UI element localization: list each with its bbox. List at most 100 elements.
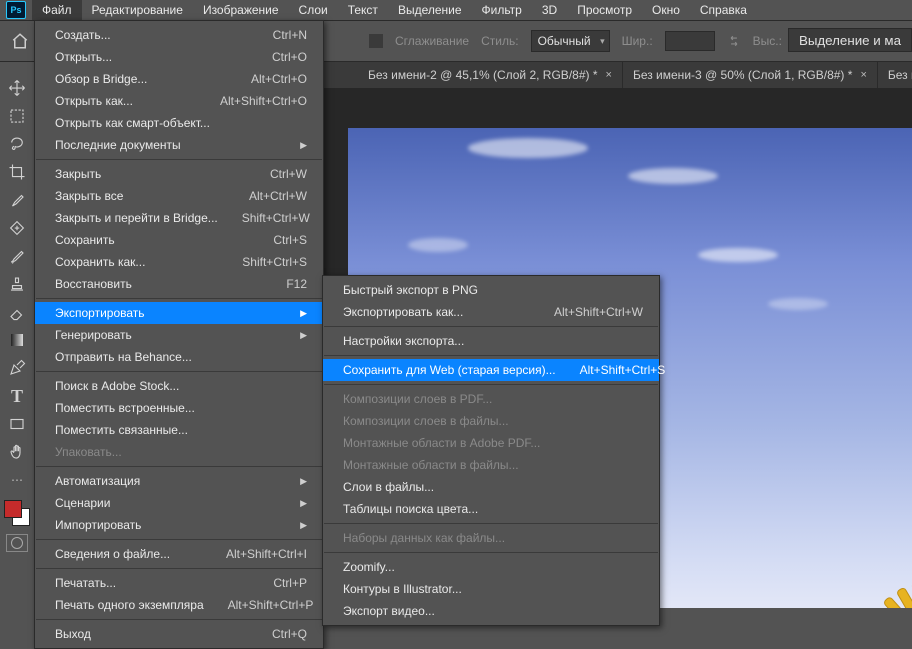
quick-mask-toggle[interactable] bbox=[6, 534, 28, 552]
menu-item[interactable]: Импортировать▶ bbox=[35, 514, 323, 536]
menu-item[interactable]: ЗакрытьCtrl+W bbox=[35, 163, 323, 185]
document-tab[interactable]: Без имени-3 @ 50% (Слой 1, RGB/8#) *× bbox=[623, 62, 878, 88]
menubar-item-просмотр[interactable]: Просмотр bbox=[567, 0, 642, 20]
menu-item[interactable]: Экспорт видео... bbox=[323, 600, 659, 622]
app-logo: Ps bbox=[0, 0, 32, 20]
menu-item[interactable]: Контуры в Illustrator... bbox=[323, 578, 659, 600]
menu-item[interactable]: Zoomify... bbox=[323, 556, 659, 578]
stamp-tool[interactable] bbox=[5, 272, 29, 296]
menubar-item-слои[interactable]: Слои bbox=[289, 0, 338, 20]
style-select[interactable]: Обычный bbox=[531, 30, 610, 52]
smoothing-checkbox[interactable] bbox=[369, 34, 383, 48]
gradient-tool[interactable] bbox=[5, 328, 29, 352]
rectangle-tool[interactable] bbox=[5, 412, 29, 436]
menu-item[interactable]: Сведения о файле...Alt+Shift+Ctrl+I bbox=[35, 543, 323, 565]
menu-separator bbox=[36, 159, 322, 160]
menu-separator bbox=[324, 523, 658, 524]
menubar-item-редактирование[interactable]: Редактирование bbox=[82, 0, 193, 20]
menu-item-label: Сохранить bbox=[55, 232, 115, 248]
marquee-tool[interactable] bbox=[5, 104, 29, 128]
menu-item-shortcut: Ctrl+N bbox=[273, 27, 307, 43]
menu-item[interactable]: Быстрый экспорт в PNG bbox=[323, 279, 659, 301]
color-swatches[interactable] bbox=[4, 500, 30, 526]
menu-separator bbox=[36, 466, 322, 467]
menu-item[interactable]: Закрыть все Alt+Ctrl+W bbox=[35, 185, 323, 207]
menu-item[interactable]: Автоматизация▶ bbox=[35, 470, 323, 492]
close-icon[interactable]: × bbox=[860, 69, 866, 81]
menu-item[interactable]: Сценарии▶ bbox=[35, 492, 323, 514]
menu-item-label: Создать... bbox=[55, 27, 111, 43]
menu-item-label: Печать одного экземпляра bbox=[55, 597, 204, 613]
menu-item[interactable]: Последние документы▶ bbox=[35, 134, 323, 156]
tool-more[interactable]: ⋯ bbox=[5, 468, 29, 492]
menu-item[interactable]: Создать... Ctrl+N bbox=[35, 24, 323, 46]
menu-item[interactable]: Генерировать▶ bbox=[35, 324, 323, 346]
menu-item-shortcut: Alt+Ctrl+W bbox=[249, 188, 307, 204]
menu-item-shortcut: Alt+Shift+Ctrl+S bbox=[580, 362, 666, 378]
menubar-item-текст[interactable]: Текст bbox=[338, 0, 388, 20]
menu-item[interactable]: Экспортировать как...Alt+Shift+Ctrl+W bbox=[323, 301, 659, 323]
menu-item[interactable]: Сохранить как...Shift+Ctrl+S bbox=[35, 251, 323, 273]
menubar-item-окно[interactable]: Окно bbox=[642, 0, 690, 20]
menu-item[interactable]: Поместить встроенные... bbox=[35, 397, 323, 419]
select-and-mask-button[interactable]: Выделение и ма bbox=[788, 28, 912, 52]
document-tab[interactable]: Без им bbox=[878, 62, 912, 88]
crop-tool[interactable] bbox=[5, 160, 29, 184]
width-input[interactable] bbox=[665, 31, 715, 51]
menu-item: Наборы данных как файлы... bbox=[323, 527, 659, 549]
menu-item-label: Сохранить как... bbox=[55, 254, 145, 270]
menu-item[interactable]: ВыходCtrl+Q bbox=[35, 623, 323, 645]
document-tab[interactable]: Без имени-2 @ 45,1% (Слой 2, RGB/8#) *× bbox=[358, 62, 623, 88]
submenu-arrow-icon: ▶ bbox=[300, 495, 307, 511]
menu-item[interactable]: Сохранить для Web (старая версия)...Alt+… bbox=[323, 359, 659, 381]
menu-item[interactable]: Поиск в Adobe Stock... bbox=[35, 375, 323, 397]
tab-title: Без им bbox=[888, 68, 912, 82]
menu-item: Упаковать... bbox=[35, 441, 323, 463]
toolbox: T ⋯ bbox=[0, 72, 34, 608]
menu-item-label: Восстановить bbox=[55, 276, 132, 292]
menu-item-label: Сохранить для Web (старая версия)... bbox=[343, 362, 556, 378]
menu-item[interactable]: Экспортировать▶ bbox=[35, 302, 323, 324]
menu-item[interactable]: Таблицы поиска цвета... bbox=[323, 498, 659, 520]
menubar-item-фильтр[interactable]: Фильтр bbox=[472, 0, 532, 20]
home-button[interactable] bbox=[8, 29, 32, 53]
menubar-item-справка[interactable]: Справка bbox=[690, 0, 757, 20]
menu-separator bbox=[36, 568, 322, 569]
menu-item-label: Закрыть все bbox=[55, 188, 123, 204]
menu-item[interactable]: Поместить связанные... bbox=[35, 419, 323, 441]
menu-item[interactable]: Открыть как смарт-объект... bbox=[35, 112, 323, 134]
menu-item[interactable]: Обзор в Bridge...Alt+Ctrl+O bbox=[35, 68, 323, 90]
menu-item[interactable]: Открыть как...Alt+Shift+Ctrl+O bbox=[35, 90, 323, 112]
hand-tool[interactable] bbox=[5, 440, 29, 464]
menu-item[interactable]: Открыть...Ctrl+O bbox=[35, 46, 323, 68]
menu-item-label: Слои в файлы... bbox=[343, 479, 434, 495]
menu-item[interactable]: ВосстановитьF12 bbox=[35, 273, 323, 295]
eraser-tool[interactable] bbox=[5, 300, 29, 324]
swap-icon[interactable] bbox=[727, 34, 741, 48]
eyedropper-tool[interactable] bbox=[5, 188, 29, 212]
menu-item[interactable]: Закрыть и перейти в Bridge...Shift+Ctrl+… bbox=[35, 207, 323, 229]
healing-tool[interactable] bbox=[5, 216, 29, 240]
menu-item[interactable]: Слои в файлы... bbox=[323, 476, 659, 498]
menu-item-label: Открыть как... bbox=[55, 93, 133, 109]
menu-separator bbox=[36, 298, 322, 299]
lasso-tool[interactable] bbox=[5, 132, 29, 156]
menu-item-label: Монтажные области в файлы... bbox=[343, 457, 519, 473]
fg-color-swatch[interactable] bbox=[4, 500, 22, 518]
close-icon[interactable]: × bbox=[606, 69, 612, 81]
brush-tool[interactable] bbox=[5, 244, 29, 268]
menubar-item-изображение[interactable]: Изображение bbox=[193, 0, 289, 20]
move-tool[interactable] bbox=[5, 76, 29, 100]
menubar-item-3d[interactable]: 3D bbox=[532, 0, 567, 20]
menu-item[interactable]: Отправить на Behance... bbox=[35, 346, 323, 368]
menu-item[interactable]: Печатать...Ctrl+P bbox=[35, 572, 323, 594]
menu-item[interactable]: Печать одного экземпляраAlt+Shift+Ctrl+P bbox=[35, 594, 323, 616]
type-tool[interactable]: T bbox=[5, 384, 29, 408]
menubar-item-файл[interactable]: Файл bbox=[32, 0, 82, 20]
menu-item[interactable]: Настройки экспорта... bbox=[323, 330, 659, 352]
menu-item[interactable]: СохранитьCtrl+S bbox=[35, 229, 323, 251]
pen-tool[interactable] bbox=[5, 356, 29, 380]
smoothing-label: Сглаживание bbox=[395, 34, 469, 48]
menu-item-label: Композиции слоев в PDF... bbox=[343, 391, 492, 407]
menubar-item-выделение[interactable]: Выделение bbox=[388, 0, 472, 20]
